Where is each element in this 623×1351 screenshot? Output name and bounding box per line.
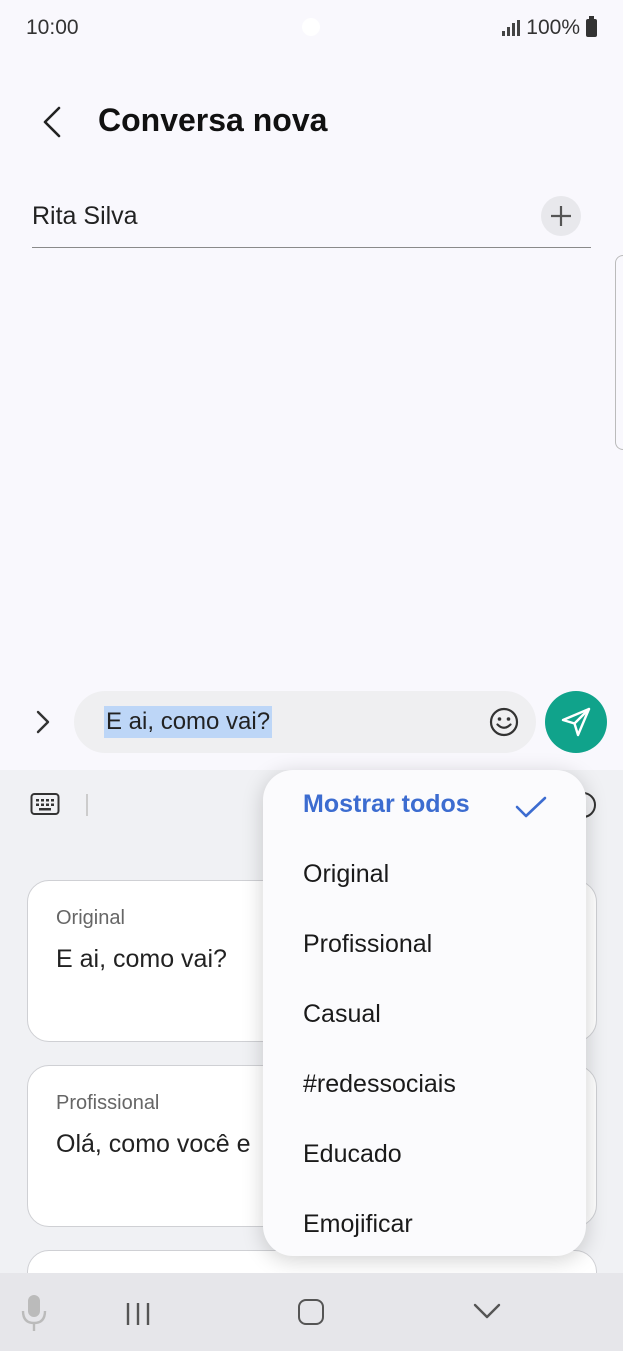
header: Conversa nova (0, 90, 623, 156)
page-title: Conversa nova (98, 102, 328, 138)
dropdown-item-professional[interactable]: Profissional (303, 930, 432, 959)
battery-level: 100% (526, 16, 580, 39)
status-time: 10:00 (26, 16, 79, 39)
chevron-right-icon (36, 710, 50, 734)
plus-icon (551, 206, 571, 226)
keyboard-icon[interactable] (30, 792, 60, 816)
dropdown-item-casual[interactable]: Casual (303, 1000, 381, 1029)
dropdown-item-original[interactable]: Original (303, 860, 389, 889)
dropdown-item-social[interactable]: #redessociais (303, 1070, 456, 1099)
toolbar-divider (86, 794, 88, 816)
tone-dropdown-menu: Mostrar todos Original Profissional Casu… (263, 770, 586, 1256)
camera-cutout (302, 18, 320, 36)
recent-apps-icon[interactable] (124, 1301, 152, 1327)
mic-icon[interactable] (20, 1293, 48, 1333)
back-button[interactable] (32, 102, 72, 142)
battery-icon (586, 16, 597, 37)
message-text[interactable]: E ai, como vai? (104, 706, 273, 738)
home-icon[interactable] (298, 1299, 324, 1325)
suggestion-text: Olá, como você e (56, 1130, 251, 1158)
edge-panel-handle[interactable] (615, 255, 623, 450)
suggestion-label: Profissional (56, 1092, 160, 1114)
recipient-name: Rita Silva (32, 202, 138, 230)
expand-options-button[interactable] (26, 704, 60, 740)
check-icon (515, 796, 547, 818)
recipient-field[interactable]: Rita Silva (32, 188, 591, 248)
signal-icon (502, 20, 521, 36)
smiley-icon[interactable] (488, 706, 520, 738)
back-arrow-icon (43, 106, 61, 138)
send-icon (561, 707, 591, 737)
chevron-down-icon[interactable] (472, 1301, 502, 1321)
send-button[interactable] (545, 691, 607, 753)
status-right: 100% (502, 16, 597, 40)
suggestion-label: Original (56, 907, 125, 929)
compose-bar: E ai, como vai? (0, 690, 623, 754)
dropdown-item-polite[interactable]: Educado (303, 1140, 402, 1169)
navigation-bar (0, 1273, 623, 1351)
message-input[interactable]: E ai, como vai? (74, 691, 536, 753)
add-recipient-button[interactable] (541, 196, 581, 236)
dropdown-item-emojify[interactable]: Emojificar (303, 1210, 413, 1239)
dropdown-item-show-all[interactable]: Mostrar todos (303, 790, 470, 819)
suggestion-text: E ai, como vai? (56, 945, 227, 973)
